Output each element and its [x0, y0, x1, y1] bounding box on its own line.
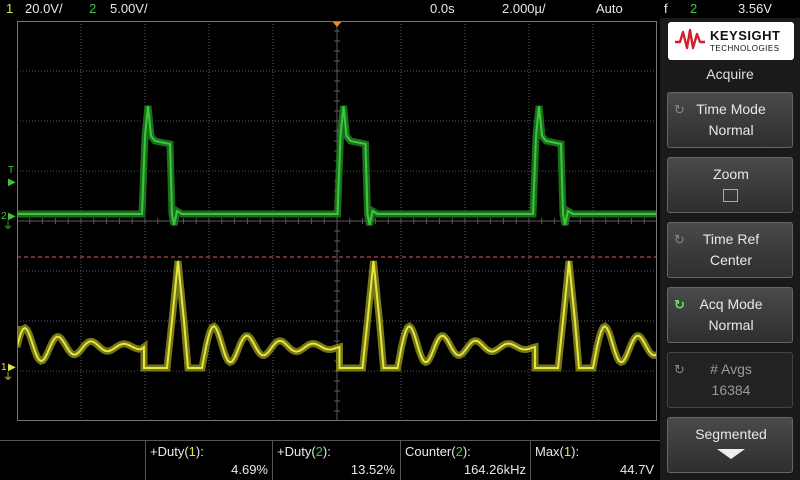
- softkey-panel: KEYSIGHT TECHNOLOGIES Acquire ↻ Time Mod…: [660, 18, 800, 480]
- measurement-label-end: ):: [571, 444, 580, 459]
- trigger-slope-icon[interactable]: f: [664, 0, 668, 18]
- time-ref-softkey[interactable]: ↻ Time Ref Center: [667, 222, 793, 278]
- measurement-value: 13.52%: [350, 462, 395, 477]
- measurement-max-ch1[interactable]: Max(1): 44.7V: [530, 441, 658, 480]
- measurement-bar: +Duty(1): 4.69% +Duty(2): 13.52% Counter…: [0, 440, 660, 480]
- avgs-softkey[interactable]: ↻ # Avgs 16384: [667, 352, 793, 408]
- segmented-softkey[interactable]: Segmented: [667, 417, 793, 473]
- measurement-label-end: ):: [322, 444, 331, 459]
- waveform-canvas[interactable]: [17, 21, 657, 421]
- softkey-value: Normal: [708, 317, 754, 333]
- time-offset[interactable]: 0.0s: [430, 0, 455, 18]
- softkey-label: Time Ref: [702, 231, 760, 247]
- time-mode-softkey[interactable]: ↻ Time Mode Normal: [667, 92, 793, 148]
- softkey-label: Time Mode: [696, 101, 766, 117]
- ch1-ground-icon: ⏚: [3, 372, 13, 383]
- keysight-logo: KEYSIGHT TECHNOLOGIES: [668, 22, 794, 60]
- trigger-mode[interactable]: Auto: [596, 0, 623, 18]
- menu-title: Acquire: [706, 66, 754, 82]
- measurement-label-end: ):: [462, 444, 471, 459]
- trigger-marker: T: [8, 165, 15, 176]
- softkey-value: Center: [709, 252, 753, 268]
- measurement-channel: 2: [315, 444, 323, 459]
- ch2-number[interactable]: 2: [89, 0, 96, 18]
- measurement-value: 44.7V: [620, 462, 654, 477]
- measurement-label: Max(: [535, 444, 564, 459]
- keysight-wave-icon: [675, 28, 705, 50]
- trigger-level[interactable]: 3.56V: [738, 0, 772, 18]
- ch1-scale[interactable]: 20.0V/: [25, 0, 63, 18]
- arrow-down-icon: [717, 449, 745, 459]
- measurement-label-end: ):: [195, 444, 204, 459]
- measurement-channel: 1: [188, 444, 196, 459]
- trigger-source[interactable]: 2: [690, 0, 697, 18]
- ch1-number[interactable]: 1: [6, 0, 13, 18]
- checkbox-icon: [723, 189, 738, 202]
- measurement-label: +Duty(: [277, 444, 316, 459]
- measurement-counter-ch2[interactable]: Counter(2): 164.26kHz: [400, 441, 530, 480]
- zoom-softkey[interactable]: Zoom: [667, 157, 793, 213]
- measurement-duty-ch2[interactable]: +Duty(2): 13.52%: [272, 441, 399, 480]
- measurement-label: Counter(: [405, 444, 456, 459]
- brand-name: KEYSIGHT: [710, 28, 781, 43]
- softkey-value: 16384: [711, 382, 751, 398]
- measurement-value: 4.69%: [231, 462, 268, 477]
- acq-mode-softkey[interactable]: ↻ Acq Mode Normal: [667, 287, 793, 343]
- softkey-value: Normal: [708, 122, 754, 138]
- softkey-label: Zoom: [713, 166, 749, 182]
- waveform-display[interactable]: [17, 21, 657, 421]
- status-bar: 1 20.0V/ 2 5.00V/ 0.0s 2.000µ/ Auto: [0, 0, 660, 18]
- measurement-label: +Duty(: [150, 444, 189, 459]
- softkey-label: Segmented: [695, 426, 767, 442]
- measurement-value: 164.26kHz: [463, 462, 526, 477]
- softkey-label: Acq Mode: [699, 296, 763, 312]
- brand-subtitle: TECHNOLOGIES: [710, 44, 780, 53]
- trigger-arrow-icon: ▶: [8, 177, 16, 188]
- measurement-duty-ch1[interactable]: +Duty(1): 4.69%: [145, 441, 272, 480]
- softkey-label: # Avgs: [710, 361, 752, 377]
- time-scale[interactable]: 2.000µ/: [502, 0, 546, 18]
- ch2-ground-icon: ⏚: [3, 221, 13, 232]
- ch2-scale[interactable]: 5.00V/: [110, 0, 148, 18]
- measurement-channel: 2: [455, 444, 463, 459]
